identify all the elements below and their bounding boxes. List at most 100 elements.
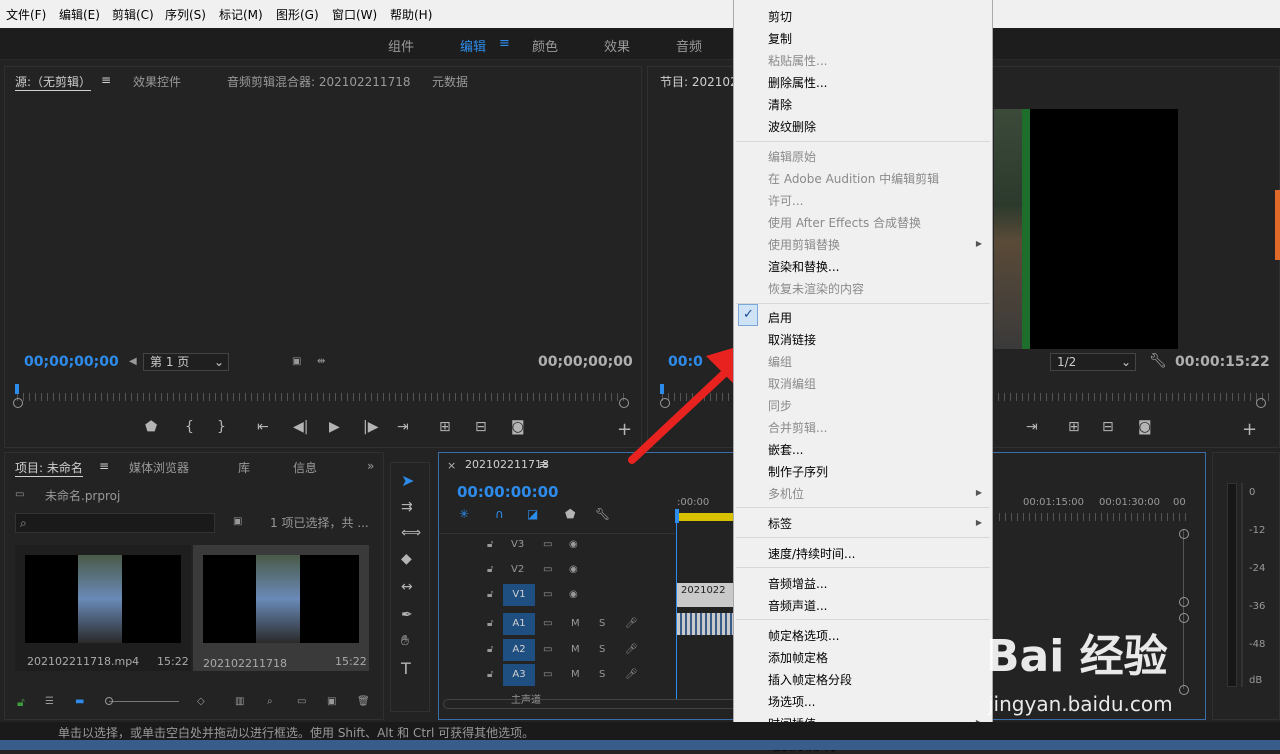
eye-icon[interactable]: ◉ bbox=[569, 589, 578, 600]
menu-item-add-frame-hold[interactable]: 添加帧定格 bbox=[768, 649, 828, 666]
source-zoom-start-handle[interactable] bbox=[13, 398, 23, 408]
page-select[interactable]: 第 1 页 ⌄ bbox=[143, 353, 229, 371]
track-label-v3[interactable]: V3 bbox=[511, 539, 524, 550]
track-target-a1[interactable]: A1 bbox=[503, 613, 535, 635]
side-tab[interactable] bbox=[1275, 190, 1280, 260]
export-frame-icon[interactable]: ▣ bbox=[292, 356, 301, 367]
program-zoom-end-handle[interactable] bbox=[1256, 398, 1266, 408]
slip-tool-icon[interactable]: ↔ bbox=[401, 579, 413, 595]
track-target-a3[interactable]: A3 bbox=[503, 664, 535, 686]
microphone-icon[interactable]: 🎤︎ bbox=[625, 644, 638, 655]
workspace-audio[interactable]: 音频 bbox=[676, 36, 702, 55]
sync-lock-icon[interactable]: ▭ bbox=[543, 669, 552, 680]
more-tabs-icon[interactable]: » bbox=[367, 459, 374, 473]
hand-tool-icon[interactable]: ✋︎ bbox=[401, 633, 409, 649]
menu-item-render-and-replace[interactable]: 渲染和替换... bbox=[768, 258, 839, 275]
menu-marker[interactable]: 标记(M) bbox=[219, 6, 263, 23]
menu-help[interactable]: 帮助(H) bbox=[390, 6, 432, 23]
vertical-scroll-handle[interactable] bbox=[1179, 597, 1189, 607]
extract-icon[interactable]: ⊟ bbox=[1102, 419, 1114, 435]
mute-icon[interactable]: M bbox=[571, 669, 580, 680]
menu-item-insert-frame-hold[interactable]: 插入帧定格分段 bbox=[768, 671, 852, 688]
menu-item-ripple-delete[interactable]: 波纹删除 bbox=[768, 118, 816, 135]
play-icon[interactable]: ▶ bbox=[329, 419, 340, 435]
snap-icon[interactable]: ∩ bbox=[495, 507, 504, 521]
sync-lock-icon[interactable]: ▭ bbox=[543, 644, 552, 655]
icon-view-icon[interactable]: ▬ bbox=[75, 696, 84, 707]
menu-item-cut[interactable]: 剪切 bbox=[768, 8, 792, 25]
source-timecode-in[interactable]: 00;00;00;00 bbox=[24, 354, 119, 370]
go-to-out-icon[interactable]: ⇥ bbox=[397, 419, 409, 435]
microphone-icon[interactable]: 🎤︎ bbox=[625, 618, 638, 629]
tab-effect-controls[interactable]: 效果控件 bbox=[133, 73, 181, 90]
sync-lock-icon[interactable]: ▭ bbox=[543, 589, 552, 600]
tab-info[interactable]: 信息 bbox=[293, 459, 317, 476]
solo-icon[interactable]: S bbox=[599, 618, 605, 629]
add-button-icon[interactable]: + bbox=[1242, 419, 1257, 440]
new-item-icon[interactable]: ▣ bbox=[327, 696, 336, 707]
menu-item-audio-gain[interactable]: 音频增益... bbox=[768, 575, 827, 592]
microphone-icon[interactable]: 🎤︎ bbox=[625, 669, 638, 680]
trash-icon[interactable]: 🗑︎ bbox=[357, 696, 370, 707]
menu-clip[interactable]: 剪辑(C) bbox=[112, 6, 154, 23]
step-forward-icon[interactable]: |▶ bbox=[363, 419, 378, 435]
sync-lock-icon[interactable]: ▭ bbox=[543, 539, 552, 550]
sequence-tab[interactable]: 202102211718 bbox=[465, 458, 549, 471]
wrench-icon[interactable]: 🔧︎ bbox=[595, 507, 610, 521]
tab-metadata[interactable]: 元数据 bbox=[432, 73, 468, 90]
tab-libraries[interactable]: 库 bbox=[238, 459, 250, 476]
settings-icon[interactable]: ⇹ bbox=[317, 356, 325, 367]
track-label-v2[interactable]: V2 bbox=[511, 564, 524, 575]
menu-item-label[interactable]: 标签 bbox=[768, 515, 792, 532]
go-to-in-icon[interactable]: ⇤ bbox=[257, 419, 269, 435]
source-time-ruler[interactable] bbox=[17, 393, 627, 401]
pen-tool-icon[interactable]: ✒ bbox=[401, 607, 413, 623]
sync-lock-icon[interactable]: ▭ bbox=[543, 618, 552, 629]
ripple-edit-tool-icon[interactable]: ⟺ bbox=[401, 525, 421, 541]
sequence-menu-icon[interactable]: ≡ bbox=[539, 458, 548, 471]
tab-audio-mixer[interactable]: 音频剪辑混合器: 202102211718 bbox=[227, 73, 410, 90]
step-back-icon[interactable]: ◀| bbox=[293, 419, 308, 435]
workspace-assembly[interactable]: 组件 bbox=[388, 36, 414, 55]
list-view-icon[interactable]: ☰ bbox=[45, 696, 54, 707]
clip-thumbnail[interactable]: 202102211718.mp4 15:22 bbox=[15, 545, 191, 671]
page-prev-icon[interactable]: ◀ bbox=[129, 356, 137, 367]
track-select-tool-icon[interactable]: ⇉ bbox=[401, 499, 413, 515]
automate-icon[interactable]: ▥ bbox=[235, 696, 244, 707]
menu-item-enable[interactable]: 启用 bbox=[768, 309, 792, 326]
sequence-thumbnail[interactable]: 202102211718 15:22 bbox=[193, 545, 369, 671]
mark-in-icon[interactable]: { bbox=[185, 419, 194, 435]
menu-edit[interactable]: 编辑(E) bbox=[59, 6, 100, 23]
menu-sequence[interactable]: 序列(S) bbox=[165, 6, 206, 23]
type-tool-icon[interactable]: T bbox=[401, 659, 411, 678]
go-to-out-icon[interactable]: ⇥ bbox=[1026, 419, 1038, 435]
menu-file[interactable]: 文件(F) bbox=[6, 6, 46, 23]
tab-source[interactable]: 源:（无剪辑） bbox=[15, 73, 92, 91]
mute-icon[interactable]: M bbox=[571, 618, 580, 629]
timeline-scrollbar[interactable] bbox=[443, 699, 737, 709]
lock-icon[interactable]: 🔓︎ bbox=[17, 695, 25, 710]
sync-lock-icon[interactable]: ▭ bbox=[543, 564, 552, 575]
lock-icon[interactable]: 🔓︎ bbox=[487, 564, 493, 575]
menu-item-clear[interactable]: 清除 bbox=[768, 96, 792, 113]
menu-item-make-subsequence[interactable]: 制作子序列 bbox=[768, 463, 828, 480]
menu-window[interactable]: 窗口(W) bbox=[332, 6, 377, 23]
track-target-v1[interactable]: V1 bbox=[503, 584, 535, 606]
find-icon[interactable]: ⌕ bbox=[267, 696, 273, 707]
timeline-time-ruler[interactable] bbox=[999, 513, 1189, 521]
menu-graphics[interactable]: 图形(G) bbox=[276, 6, 319, 23]
eye-icon[interactable]: ◉ bbox=[569, 564, 578, 575]
source-playhead[interactable] bbox=[15, 384, 19, 394]
linked-selection-icon[interactable]: ◪ bbox=[527, 507, 538, 521]
tab-media-browser[interactable]: 媒体浏览器 bbox=[129, 459, 189, 476]
add-marker-icon[interactable]: ⬟ bbox=[145, 419, 157, 435]
vertical-scroll-handle[interactable] bbox=[1179, 529, 1189, 539]
video-clip[interactable]: 2021022 bbox=[677, 583, 735, 607]
timeline-playhead[interactable] bbox=[675, 509, 679, 523]
project-search-input[interactable]: ⌕ bbox=[15, 513, 215, 533]
workspace-effects[interactable]: 效果 bbox=[604, 36, 630, 55]
sort-icon[interactable]: ◇ bbox=[197, 696, 205, 707]
menu-item-frame-hold-options[interactable]: 帧定格选项... bbox=[768, 627, 839, 644]
camera-icon[interactable]: ◙ bbox=[511, 419, 525, 435]
menu-item-field-options[interactable]: 场选项... bbox=[768, 693, 815, 710]
